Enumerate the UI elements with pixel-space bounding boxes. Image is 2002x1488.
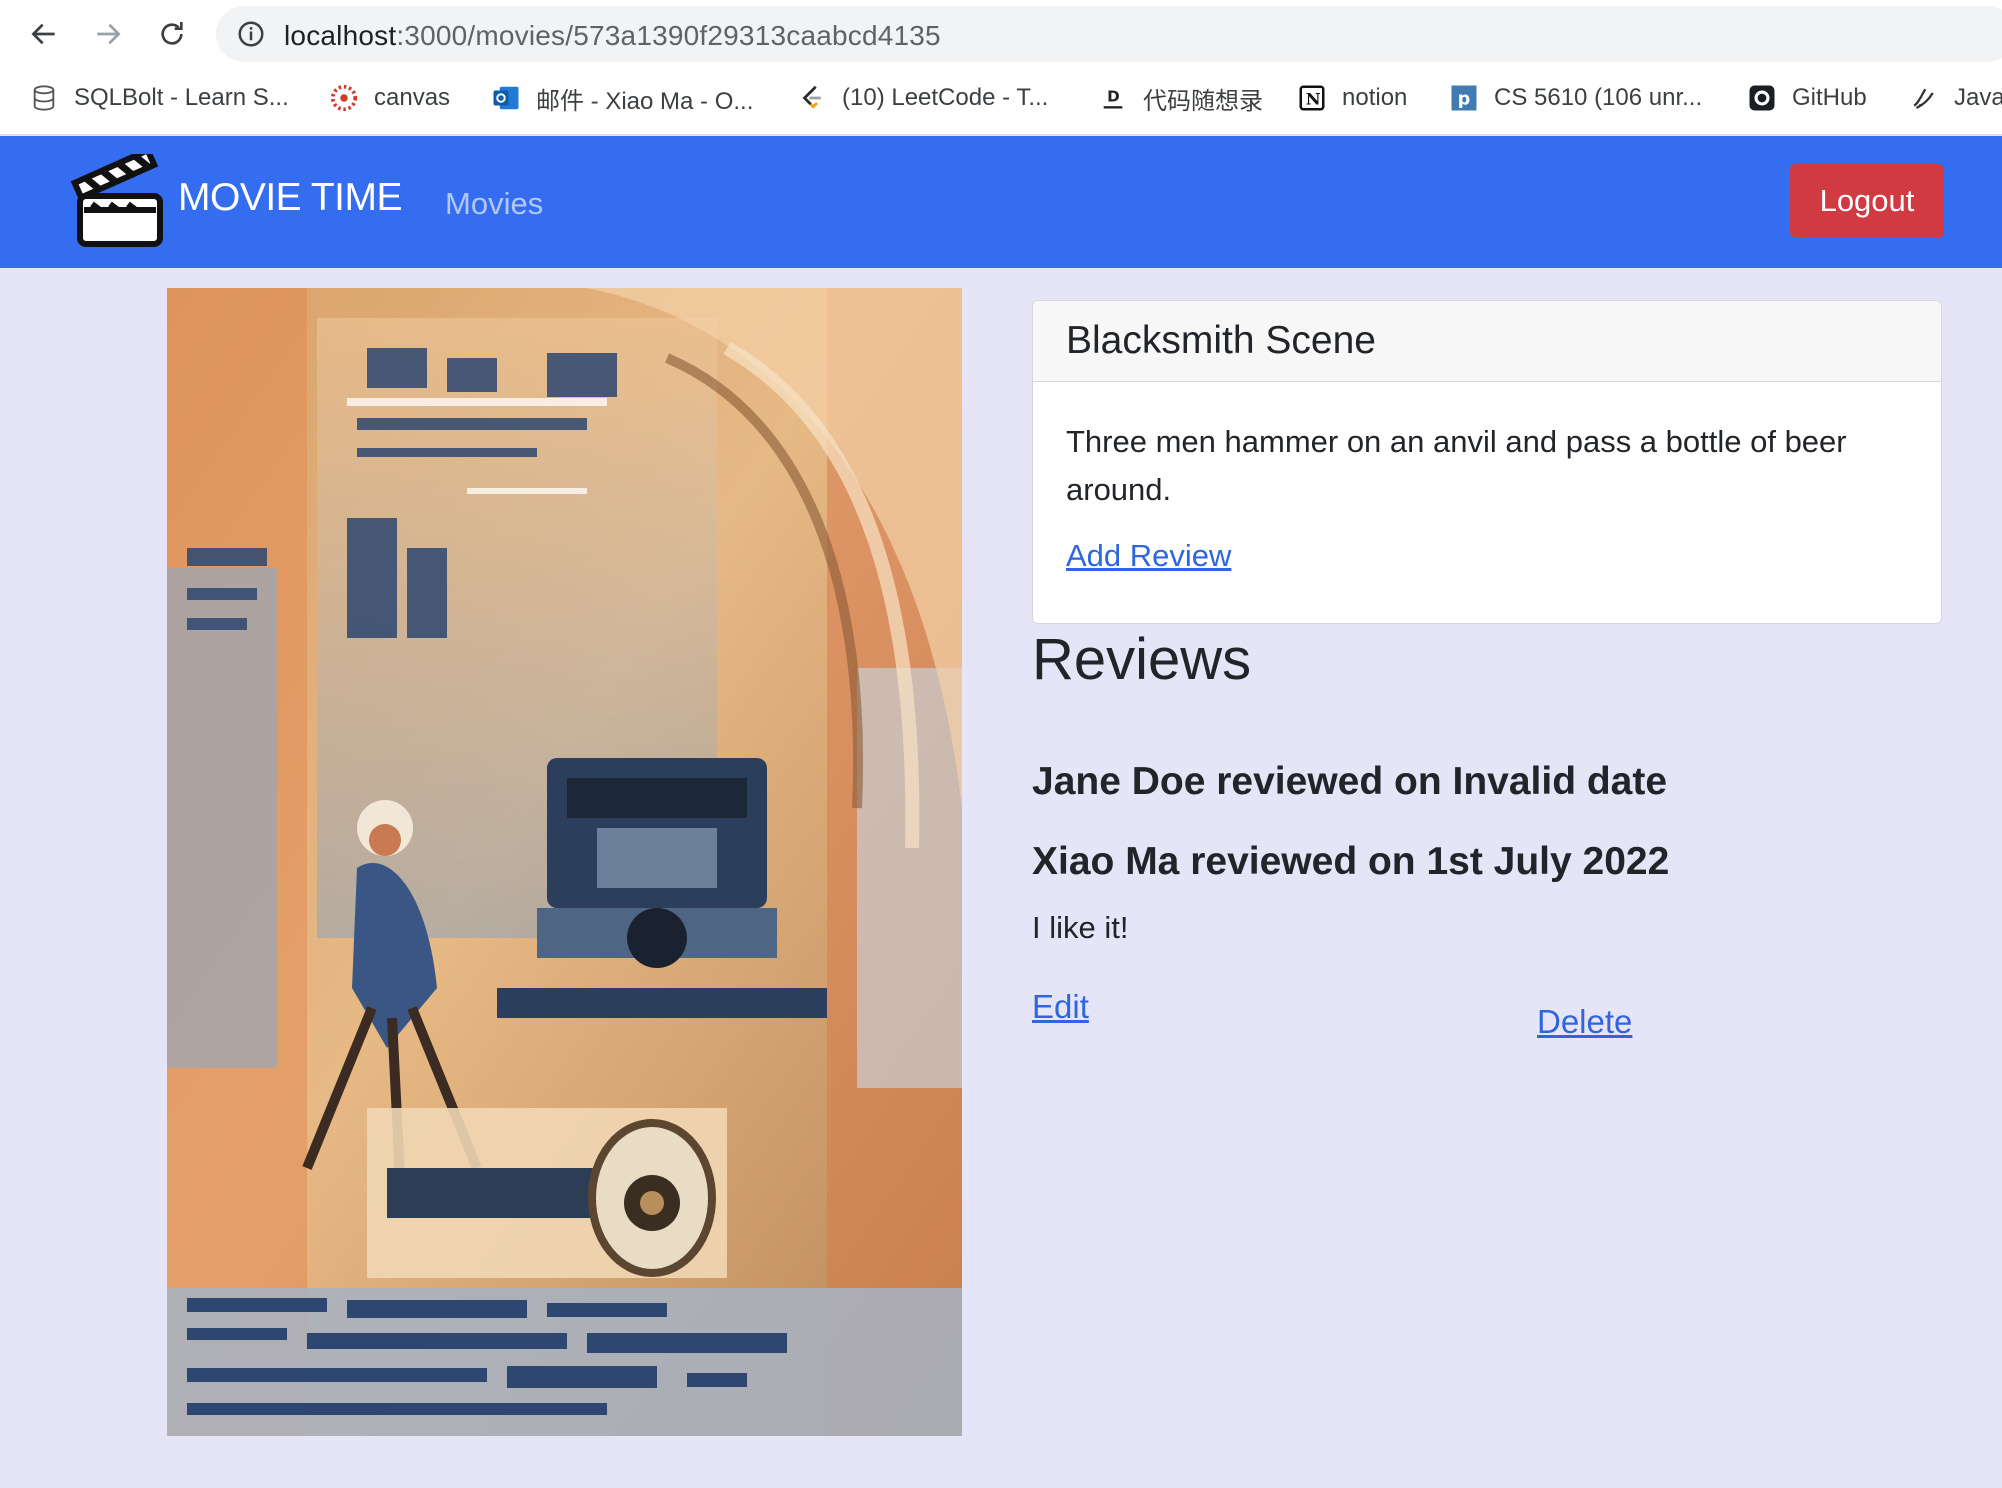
browser-chrome: localhost:3000/movies/573a1390f29313caab… <box>0 0 2002 135</box>
svg-text:N: N <box>1306 89 1321 108</box>
bookmark-label: 代码随想录 <box>1143 87 1263 115</box>
bookmark-label: (10) LeetCode - T... <box>842 84 1049 111</box>
java-icon <box>1908 82 1940 114</box>
bookmark-notion[interactable]: N notion <box>1296 78 1407 118</box>
bookmark-label: canvas <box>374 84 451 111</box>
code-site-icon: D <box>1097 82 1129 114</box>
reload-button[interactable] <box>152 14 192 54</box>
logout-button[interactable]: Logout <box>1790 164 1944 238</box>
github-icon <box>1746 82 1778 114</box>
url-text[interactable]: localhost:3000/movies/573a1390f29313caab… <box>284 20 941 52</box>
url-host: localhost <box>284 20 397 51</box>
notion-icon: N <box>1296 82 1328 114</box>
piazza-icon: p <box>1448 82 1480 114</box>
bookmark-canvas[interactable]: canvas <box>328 78 450 118</box>
movies-nav-link[interactable]: Movies <box>445 186 543 222</box>
bookmarks-bar: SQLBolt - Learn S... canvas 邮件 - Xiao Ma… <box>0 78 2002 118</box>
movie-info-card: Blacksmith Scene Three men hammer on an … <box>1032 300 1942 624</box>
bookmark-code-site[interactable]: D 代码随想录 <box>1097 78 1263 118</box>
reload-icon <box>161 22 183 45</box>
leetcode-icon <box>796 82 828 114</box>
poster-artwork <box>167 288 962 1436</box>
bookmark-label: GitHub <box>1792 84 1867 111</box>
back-button[interactable] <box>24 14 64 54</box>
site-info-icon[interactable] <box>236 19 266 49</box>
svg-text:D: D <box>1107 88 1120 106</box>
review-text: I like it! <box>1032 910 1129 945</box>
bookmark-label: SQLBolt - Learn S... <box>74 84 289 111</box>
reviews-heading: Reviews <box>1032 627 1252 692</box>
bookmark-outlook[interactable]: 邮件 - Xiao Ma - O... <box>490 78 753 118</box>
movie-card-body: Three men hammer on an anvil and pass a … <box>1033 382 1941 574</box>
bookmark-leetcode[interactable]: (10) LeetCode - T... <box>796 78 1048 118</box>
app-navbar: MOVIE TIME Movies Logout <box>0 136 2002 268</box>
url-path: :3000/movies/573a1390f29313caabcd4135 <box>396 20 941 51</box>
bookmark-java[interactable]: Java <box>1908 78 2002 118</box>
canvas-icon <box>328 82 360 114</box>
bookmark-label: 邮件 - Xiao Ma - O... <box>536 87 754 115</box>
outlook-icon <box>490 82 522 114</box>
bookmark-github[interactable]: GitHub <box>1746 78 1867 118</box>
clapperboard-logo-icon[interactable] <box>70 154 170 254</box>
movie-plot: Three men hammer on an anvil and pass a … <box>1066 424 1847 507</box>
address-bar[interactable]: localhost:3000/movies/573a1390f29313caab… <box>216 6 2002 62</box>
brand-title[interactable]: MOVIE TIME <box>178 176 402 220</box>
svg-text:p: p <box>1458 89 1471 109</box>
forward-button[interactable] <box>88 14 128 54</box>
forward-arrow-icon <box>97 23 121 45</box>
database-icon <box>28 82 60 114</box>
back-arrow-icon <box>31 23 55 45</box>
movie-poster <box>167 288 962 1436</box>
delete-review-link[interactable]: Delete <box>1537 1003 1632 1041</box>
add-review-link[interactable]: Add Review <box>1066 538 1231 574</box>
review-header: Xiao Ma reviewed on 1st July 2022 <box>1032 840 1670 883</box>
edit-review-link[interactable]: Edit <box>1032 988 1089 1026</box>
bookmark-sqlbolt[interactable]: SQLBolt - Learn S... <box>28 78 289 118</box>
bookmark-label: notion <box>1342 84 1408 111</box>
bookmark-label: CS 5610 (106 unr... <box>1494 84 1703 111</box>
bookmark-label: Java <box>1954 84 2002 111</box>
movie-title: Blacksmith Scene <box>1033 301 1941 382</box>
bookmark-piazza[interactable]: p CS 5610 (106 unr... <box>1448 78 1702 118</box>
review-header: Jane Doe reviewed on Invalid date <box>1032 760 1668 803</box>
